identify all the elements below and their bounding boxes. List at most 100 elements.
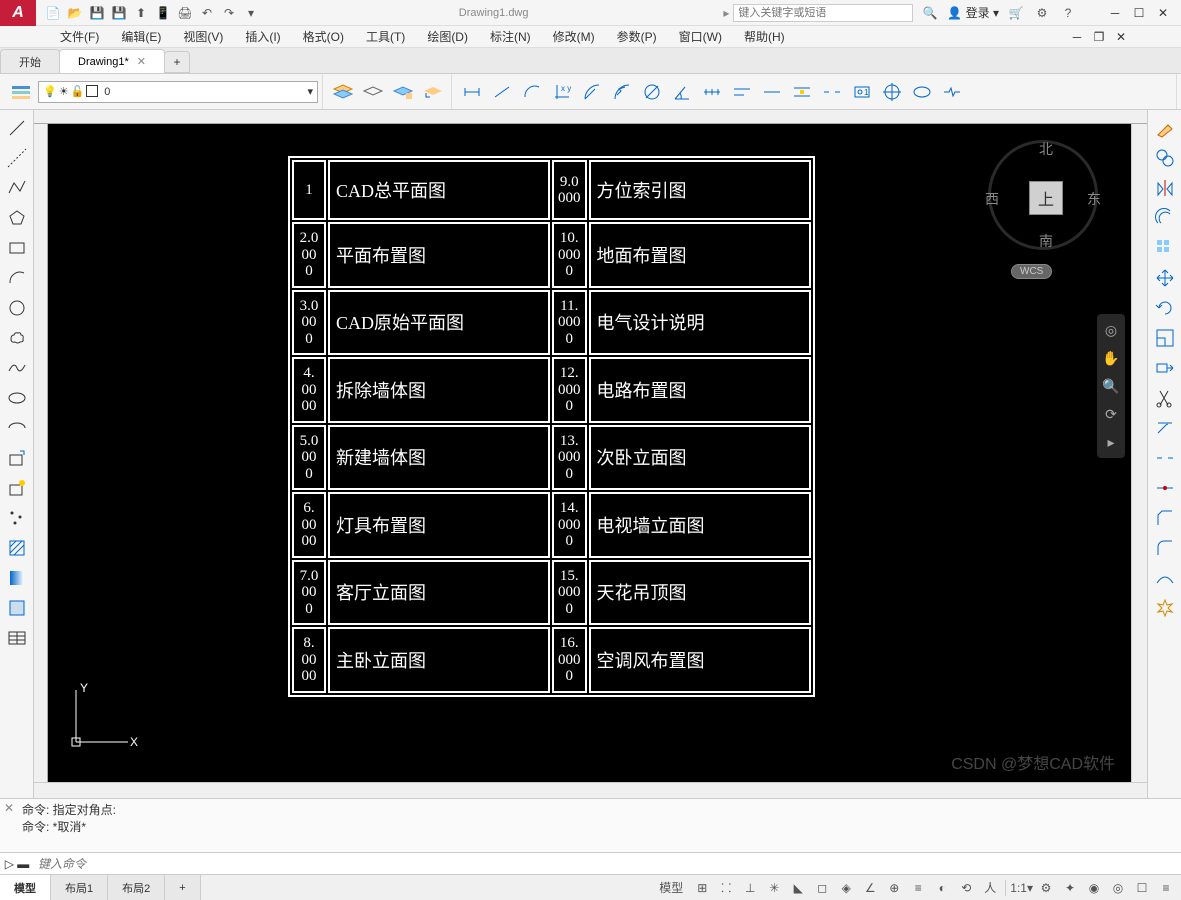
ellipse-arc-icon[interactable] xyxy=(3,414,31,442)
dim-quick-icon[interactable] xyxy=(698,78,726,106)
tab-close-icon[interactable]: ✕ xyxy=(137,55,146,68)
menu-format[interactable]: 格式(O) xyxy=(293,26,354,47)
osnap-icon[interactable]: ◻ xyxy=(811,878,833,898)
blend-icon[interactable] xyxy=(1151,564,1179,592)
ws-icon[interactable]: ✦ xyxy=(1059,878,1081,898)
help-icon[interactable]: ? xyxy=(1059,4,1077,22)
layer-properties-icon[interactable] xyxy=(8,78,36,106)
cloud-icon[interactable]: ⬆ xyxy=(132,4,150,22)
app-logo[interactable]: A xyxy=(0,0,36,26)
dim-aligned-icon[interactable] xyxy=(488,78,516,106)
nav-zoom-icon[interactable]: 🔍 xyxy=(1101,376,1121,396)
dim-radius-icon[interactable] xyxy=(578,78,606,106)
menu-window[interactable]: 窗口(W) xyxy=(669,26,732,47)
nav-show-icon[interactable]: ▸ xyxy=(1101,432,1121,452)
dim-space-icon[interactable] xyxy=(788,78,816,106)
menu-parametric[interactable]: 参数(P) xyxy=(607,26,667,47)
print-icon[interactable]: 🖨 xyxy=(176,4,194,22)
fillet-icon[interactable] xyxy=(1151,534,1179,562)
table-icon[interactable] xyxy=(3,624,31,652)
chamfer-icon[interactable] xyxy=(1151,504,1179,532)
rectangle-icon[interactable] xyxy=(3,234,31,262)
dim-jogged-icon[interactable] xyxy=(608,78,636,106)
search-arrow-icon[interactable]: ▸ xyxy=(719,6,733,20)
move-icon[interactable] xyxy=(1151,264,1179,292)
dropdown-icon[interactable]: ▾ xyxy=(242,4,260,22)
layer-iso-icon[interactable] xyxy=(359,78,387,106)
minimize-button[interactable]: ─ xyxy=(1105,5,1125,21)
3dosnap-icon[interactable]: ◈ xyxy=(835,878,857,898)
command-input[interactable] xyxy=(34,857,1181,871)
layer-prev-icon[interactable] xyxy=(419,78,447,106)
snap-icon[interactable]: ⸬ xyxy=(715,878,737,898)
dim-continue-icon[interactable] xyxy=(758,78,786,106)
offset-icon[interactable] xyxy=(1151,204,1179,232)
redo-icon[interactable]: ↷ xyxy=(220,4,238,22)
doc-close[interactable]: ✕ xyxy=(1111,29,1131,45)
erase-icon[interactable] xyxy=(1151,114,1179,142)
dim-diameter-icon[interactable] xyxy=(638,78,666,106)
break-icon[interactable] xyxy=(1151,444,1179,472)
rotate-icon[interactable] xyxy=(1151,294,1179,322)
status-tab-layout1[interactable]: 布局1 xyxy=(51,875,108,900)
binoculars-icon[interactable]: 🔍 xyxy=(921,4,939,22)
copy-icon[interactable] xyxy=(1151,144,1179,172)
layer-match-icon[interactable] xyxy=(389,78,417,106)
menu-view[interactable]: 视图(V) xyxy=(173,26,233,47)
tolerance-icon[interactable]: 1 xyxy=(848,78,876,106)
doc-restore[interactable]: ❐ xyxy=(1089,29,1109,45)
viewcube[interactable]: 上 北 南 东 西 WCS xyxy=(983,140,1103,310)
dim-baseline-icon[interactable] xyxy=(728,78,756,106)
gradient-icon[interactable] xyxy=(3,564,31,592)
isodraft-icon[interactable]: ◣ xyxy=(787,878,809,898)
menu-edit[interactable]: 编辑(E) xyxy=(111,26,171,47)
explode-icon[interactable] xyxy=(1151,594,1179,622)
dim-break-icon[interactable] xyxy=(818,78,846,106)
status-tab-layout2[interactable]: 布局2 xyxy=(108,875,165,900)
tab-drawing1[interactable]: Drawing1*✕ xyxy=(59,49,165,73)
status-tab-model[interactable]: 模型 xyxy=(0,875,51,900)
app-icon[interactable]: ⚙ xyxy=(1033,4,1051,22)
line-icon[interactable] xyxy=(3,114,31,142)
xline-icon[interactable] xyxy=(3,144,31,172)
status-tab-add[interactable]: + xyxy=(165,875,200,900)
saveas-icon[interactable]: 💾 xyxy=(110,4,128,22)
model-space-button[interactable]: 模型 xyxy=(653,878,689,898)
point-icon[interactable] xyxy=(3,504,31,532)
drawing-canvas[interactable]: 1CAD总平面图9.0000方位索引图2.0000平面布置图10.0000地面布… xyxy=(48,124,1131,782)
transparency-icon[interactable]: ◐ xyxy=(931,878,953,898)
inspect-icon[interactable] xyxy=(908,78,936,106)
mobile-icon[interactable]: 📱 xyxy=(154,4,172,22)
save-icon[interactable]: 💾 xyxy=(88,4,106,22)
doc-minimize[interactable]: ─ xyxy=(1067,29,1087,45)
annoscale-icon[interactable]: 1:1 ▾ xyxy=(1010,878,1033,898)
layer-state-icon[interactable] xyxy=(329,78,357,106)
maximize-button[interactable]: ☐ xyxy=(1129,5,1149,21)
compass-north[interactable]: 北 xyxy=(1039,139,1053,159)
annomonitor-icon[interactable]: 人 xyxy=(979,878,1001,898)
spline-icon[interactable] xyxy=(3,354,31,382)
compass-south[interactable]: 南 xyxy=(1039,231,1053,251)
join-icon[interactable] xyxy=(1151,474,1179,502)
ortho-icon[interactable]: ⊥ xyxy=(739,878,761,898)
undo-icon[interactable]: ↶ xyxy=(198,4,216,22)
layer-combo[interactable]: 💡 ☀ 🔓 0 ▾ xyxy=(38,81,318,103)
menu-insert[interactable]: 插入(I) xyxy=(235,26,290,47)
login-button[interactable]: 👤 登录 ▾ xyxy=(947,4,999,21)
scrollbar-horizontal[interactable] xyxy=(34,782,1147,798)
polar-icon[interactable]: ✳ xyxy=(763,878,785,898)
dim-ordinate-icon[interactable]: x y xyxy=(548,78,576,106)
stretch-icon[interactable] xyxy=(1151,354,1179,382)
nav-pan-icon[interactable]: ✋ xyxy=(1101,348,1121,368)
menu-dimension[interactable]: 标注(N) xyxy=(480,26,541,47)
viewcube-top[interactable]: 上 xyxy=(1029,181,1063,215)
dim-angular-icon[interactable] xyxy=(668,78,696,106)
trim-icon[interactable] xyxy=(1151,384,1179,412)
menu-modify[interactable]: 修改(M) xyxy=(543,26,605,47)
otrack-icon[interactable]: ∠ xyxy=(859,878,881,898)
cleanscreen-icon[interactable]: ☐ xyxy=(1131,878,1153,898)
tab-start[interactable]: 开始 xyxy=(0,49,60,73)
dimjogline-icon[interactable] xyxy=(938,78,966,106)
close-button[interactable]: ✕ xyxy=(1153,5,1173,21)
annovis-icon[interactable]: ⚙ xyxy=(1035,878,1057,898)
